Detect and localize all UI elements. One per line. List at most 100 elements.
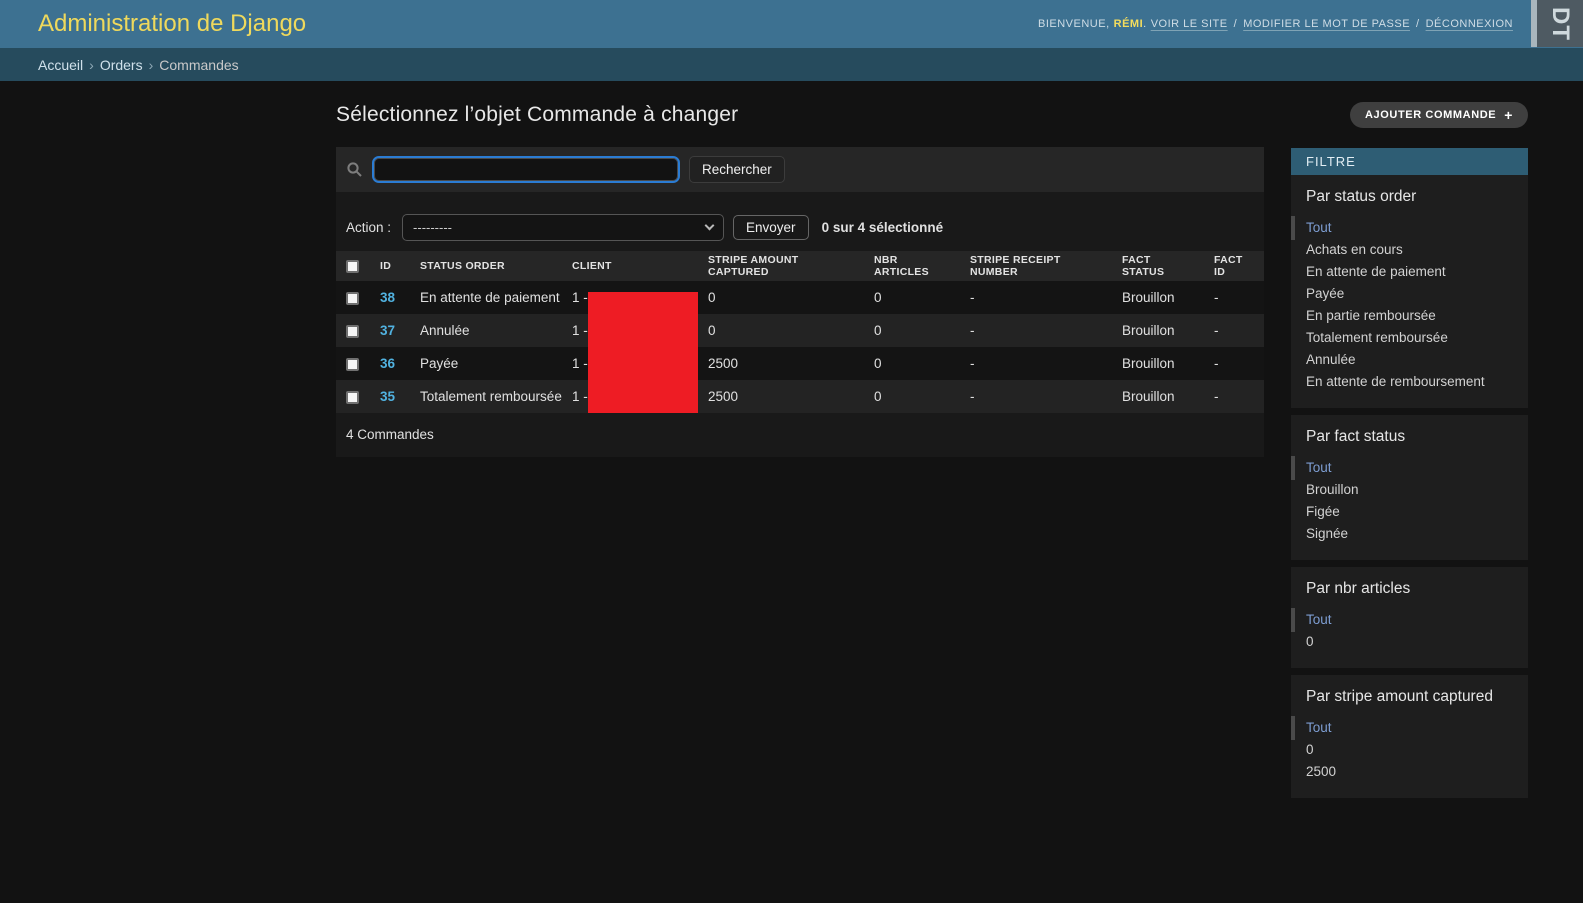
cell-status_order: Totalement remboursée bbox=[410, 380, 562, 413]
page-title: Sélectionnez l’objet Commande à changer bbox=[336, 103, 1264, 127]
filter-section-heading: Par nbr articles bbox=[1306, 580, 1513, 598]
cell-nbr_articles: 0 bbox=[864, 314, 960, 347]
cell-status_order: En attente de paiement bbox=[410, 281, 562, 314]
row-id-link[interactable]: 35 bbox=[380, 389, 395, 404]
table-header-row: IDSTATUS ORDERCLIENTSTRIPE AMOUNT CAPTUR… bbox=[336, 251, 1264, 281]
filter-option[interactable]: En partie remboursée bbox=[1306, 305, 1513, 327]
cell-status_order: Payée bbox=[410, 347, 562, 380]
row-checkbox[interactable] bbox=[346, 292, 359, 305]
filter-option[interactable]: 0 bbox=[1306, 739, 1513, 761]
filter-option[interactable]: En attente de paiement bbox=[1306, 261, 1513, 283]
welcome-period: . bbox=[1143, 18, 1147, 30]
column-header-id: ID bbox=[370, 251, 410, 281]
action-submit-button[interactable]: Envoyer bbox=[733, 215, 809, 240]
cell-stripe_amount_captured: 0 bbox=[698, 314, 864, 347]
cell-stripe_amount_captured: 0 bbox=[698, 281, 864, 314]
filter-option[interactable]: 0 bbox=[1306, 631, 1513, 653]
row-checkbox[interactable] bbox=[346, 358, 359, 371]
column-header-client: CLIENT bbox=[562, 251, 698, 281]
filter-section: Par nbr articles Tout0 bbox=[1291, 567, 1528, 668]
column-header-nbr-articles: NBR ARTICLES bbox=[864, 251, 960, 281]
search-toolbar: Rechercher bbox=[336, 147, 1264, 192]
column-header-stripe-amount-captured: STRIPE AMOUNT CAPTURED bbox=[698, 251, 864, 281]
cell-stripe_receipt_number: - bbox=[960, 347, 1112, 380]
filter-option[interactable]: Brouillon bbox=[1306, 479, 1513, 501]
cell-id: 38 bbox=[370, 281, 410, 314]
filter-option[interactable]: Totalement remboursée bbox=[1306, 327, 1513, 349]
filter-title: FILTRE bbox=[1291, 148, 1528, 175]
debug-toolbar-label: DT bbox=[1546, 7, 1574, 41]
cell-nbr_articles: 0 bbox=[864, 281, 960, 314]
cell-stripe_amount_captured: 2500 bbox=[698, 380, 864, 413]
row-checkbox[interactable] bbox=[346, 325, 359, 338]
filter-section-heading: Par fact status bbox=[1306, 428, 1513, 446]
filter-option[interactable]: Signée bbox=[1306, 523, 1513, 545]
row-select-cell bbox=[336, 281, 370, 314]
plus-icon: + bbox=[1504, 110, 1513, 120]
filter-sidebar: FILTRE Par status orderToutAchats en cou… bbox=[1291, 148, 1528, 805]
filter-option[interactable]: Tout bbox=[1306, 717, 1513, 739]
table-row: 37Annulée1 -00-Brouillon- bbox=[336, 314, 1264, 347]
redaction-overlay bbox=[588, 292, 698, 413]
user-tool-link[interactable]: DÉCONNEXION bbox=[1426, 18, 1513, 30]
changelist-module: Rechercher Action : --------- Envoyer 0 … bbox=[336, 147, 1264, 457]
filter-option-list: ToutAchats en coursEn attente de paiemen… bbox=[1306, 217, 1513, 393]
table-row: 38En attente de paiement1 -00-Brouillon- bbox=[336, 281, 1264, 314]
row-checkbox[interactable] bbox=[346, 391, 359, 404]
filter-option[interactable]: 2500 bbox=[1306, 761, 1513, 783]
row-id-link[interactable]: 38 bbox=[380, 290, 395, 305]
column-header-fact-id: FACT ID bbox=[1204, 251, 1264, 281]
filter-option[interactable]: Annulée bbox=[1306, 349, 1513, 371]
row-select-cell bbox=[336, 314, 370, 347]
filter-option[interactable]: Tout bbox=[1306, 217, 1513, 239]
breadcrumb-link[interactable]: Orders bbox=[100, 57, 143, 73]
table-row: 36Payée1 -25000-Brouillon- bbox=[336, 347, 1264, 380]
cell-id: 35 bbox=[370, 380, 410, 413]
row-select-cell bbox=[336, 380, 370, 413]
search-button[interactable]: Rechercher bbox=[689, 156, 785, 183]
user-tool-link[interactable]: MODIFIER LE MOT DE PASSE bbox=[1243, 18, 1410, 30]
link-separator: / bbox=[1234, 18, 1238, 30]
debug-toolbar-handle[interactable]: DT bbox=[1531, 0, 1583, 47]
cell-stripe_receipt_number: - bbox=[960, 281, 1112, 314]
filter-option[interactable]: Tout bbox=[1306, 609, 1513, 631]
row-id-link[interactable]: 36 bbox=[380, 356, 395, 371]
cell-fact_id: - bbox=[1204, 281, 1264, 314]
cell-status_order: Annulée bbox=[410, 314, 562, 347]
cell-id: 36 bbox=[370, 347, 410, 380]
object-tools: AJOUTER COMMANDE + bbox=[1350, 102, 1528, 128]
filter-option[interactable]: Tout bbox=[1306, 457, 1513, 479]
breadcrumb-link[interactable]: Accueil bbox=[38, 57, 83, 73]
filter-option[interactable]: Achats en cours bbox=[1306, 239, 1513, 261]
action-select[interactable]: --------- bbox=[402, 214, 724, 241]
cell-id: 37 bbox=[370, 314, 410, 347]
user-tool-link[interactable]: VOIR LE SITE bbox=[1151, 18, 1228, 30]
search-input[interactable] bbox=[372, 156, 680, 183]
site-title-link[interactable]: Administration de Django bbox=[38, 10, 306, 38]
filter-section: Par status orderToutAchats en coursEn at… bbox=[1291, 175, 1528, 408]
filter-option-list: ToutBrouillonFigéeSignée bbox=[1306, 457, 1513, 545]
filter-section: Par stripe amount capturedTout02500 bbox=[1291, 675, 1528, 798]
app-header: Administration de Django BIENVENUE,RÉMI.… bbox=[0, 0, 1583, 48]
add-commande-button[interactable]: AJOUTER COMMANDE + bbox=[1350, 102, 1528, 128]
cell-fact_status: Brouillon bbox=[1112, 347, 1204, 380]
filter-option[interactable]: Figée bbox=[1306, 501, 1513, 523]
result-table: IDSTATUS ORDERCLIENTSTRIPE AMOUNT CAPTUR… bbox=[336, 251, 1264, 413]
username: RÉMI bbox=[1114, 18, 1144, 30]
select-all-checkbox[interactable] bbox=[346, 260, 359, 273]
action-label: Action : bbox=[346, 220, 391, 235]
actions-row: Action : --------- Envoyer 0 sur 4 sélec… bbox=[336, 214, 1264, 241]
row-id-link[interactable]: 37 bbox=[380, 323, 395, 338]
cell-nbr_articles: 0 bbox=[864, 380, 960, 413]
column-header-stripe-receipt-number: STRIPE RECEIPT NUMBER bbox=[960, 251, 1112, 281]
column-header-fact-status: FACT STATUS bbox=[1112, 251, 1204, 281]
cell-stripe_amount_captured: 2500 bbox=[698, 347, 864, 380]
filter-option[interactable]: Payée bbox=[1306, 283, 1513, 305]
cell-fact_status: Brouillon bbox=[1112, 281, 1204, 314]
cell-fact_id: - bbox=[1204, 380, 1264, 413]
paginator: 4 Commandes bbox=[336, 413, 1264, 457]
add-commande-label: AJOUTER COMMANDE bbox=[1365, 109, 1496, 121]
cell-fact_id: - bbox=[1204, 347, 1264, 380]
column-header-status-order: STATUS ORDER bbox=[410, 251, 562, 281]
filter-option[interactable]: En attente de remboursement bbox=[1306, 371, 1513, 393]
